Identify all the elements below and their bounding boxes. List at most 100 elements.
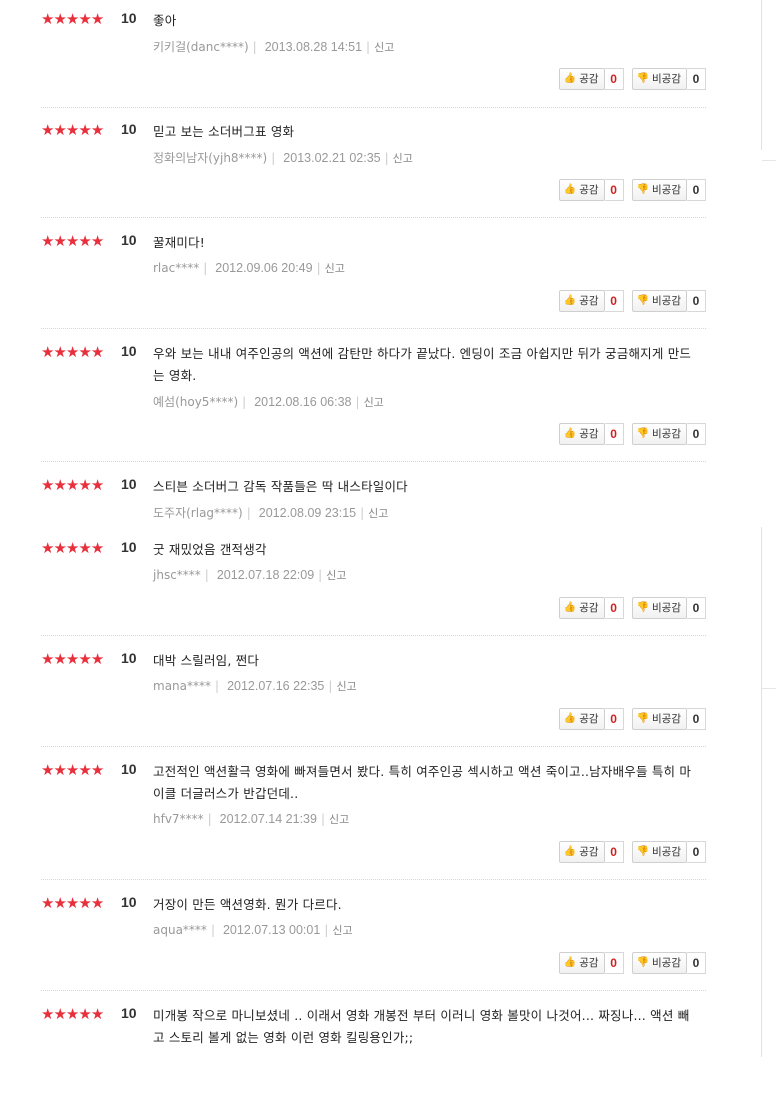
star-rating: ★★★★★ — [41, 761, 104, 779]
review-meta: jhsc**** | 2012.07.18 22:09 | 신고 — [153, 567, 346, 583]
dislike-label: 비공감 — [652, 713, 681, 725]
star-icon: ★ — [78, 343, 91, 361]
like-button[interactable]: 👍 공감 — [558, 841, 605, 863]
review-score: 10 — [121, 1005, 137, 1021]
dislike-button[interactable]: 👎 비공감 — [631, 179, 687, 201]
review-date: 2012.07.18 22:09 — [216, 568, 315, 582]
report-link[interactable]: 신고 — [332, 924, 352, 937]
divider: | — [252, 40, 257, 54]
page-edge-tick — [762, 160, 776, 161]
review-author: rlac**** — [153, 261, 200, 275]
star-icon: ★ — [41, 894, 54, 912]
report-link[interactable]: 신고 — [329, 813, 349, 826]
dislike-label: 비공감 — [652, 184, 681, 196]
review-score: 10 — [121, 761, 137, 777]
dislike-button[interactable]: 👎 비공감 — [631, 841, 687, 863]
review-author: 정화의남자(yjh8****) — [153, 151, 268, 165]
dislike-button[interactable]: 👎 비공감 — [631, 290, 687, 312]
like-label: 공감 — [579, 73, 599, 85]
like-count: 0 — [604, 708, 624, 730]
thumbs-up-icon: 👍 — [563, 295, 577, 306]
divider: | — [246, 506, 251, 520]
divider: | — [366, 40, 371, 54]
star-icon: ★ — [53, 650, 66, 668]
dislike-count: 0 — [687, 708, 706, 730]
dislike-count: 0 — [687, 952, 706, 974]
review-meta: 도주자(rlag****) | 2012.08.09 23:15 | 신고 — [153, 504, 388, 521]
report-link[interactable]: 신고 — [326, 569, 346, 582]
dislike-label: 비공감 — [652, 428, 681, 440]
dislike-count: 0 — [687, 290, 706, 312]
like-label: 공감 — [579, 295, 599, 307]
thumbs-down-icon: 👎 — [636, 713, 650, 724]
review-item: ★★★★★ 10 대박 스릴러임, 쩐다 mana**** | 2012.07.16… — [41, 650, 706, 747]
star-icon: ★ — [53, 10, 66, 28]
like-count: 0 — [604, 423, 624, 445]
review-item: ★★★★★ 10 우와 보는 내내 여주인공의 액션에 감탄만 하다가 끝났다.… — [41, 343, 706, 462]
dislike-button[interactable]: 👎 비공감 — [631, 423, 687, 445]
like-count: 0 — [604, 179, 624, 201]
review-text: 대박 스릴러임, 쩐다 — [153, 653, 260, 668]
vote-actions: 👍 공감 0 👎 비공감 0 — [558, 952, 706, 974]
report-link[interactable]: 신고 — [374, 41, 394, 54]
divider: | — [328, 679, 333, 693]
star-rating: ★★★★★ — [41, 121, 104, 139]
like-button[interactable]: 👍 공감 — [558, 597, 605, 619]
review-date: 2012.07.16 22:35 — [227, 679, 325, 693]
report-link[interactable]: 신고 — [393, 152, 413, 165]
thumbs-down-icon: 👎 — [636, 184, 650, 195]
star-icon: ★ — [41, 650, 54, 668]
star-icon: ★ — [65, 650, 79, 668]
thumbs-down-icon: 👎 — [636, 295, 650, 306]
like-button[interactable]: 👍 공감 — [558, 952, 605, 974]
like-button[interactable]: 👍 공감 — [558, 68, 605, 90]
review-meta: hfv7**** | 2012.07.14 21:39 | 신고 — [153, 811, 349, 827]
like-label: 공감 — [579, 846, 599, 858]
like-label: 공감 — [579, 602, 599, 614]
star-icon: ★ — [41, 761, 54, 779]
star-icon: ★ — [53, 121, 66, 139]
review-text: 스티븐 소더버그 감독 작품들은 딱 내스타일이다 — [153, 479, 408, 494]
vote-actions: 👍 공감 0 👎 비공감 0 — [558, 708, 706, 730]
page-edge-line — [761, 0, 762, 150]
dislike-button[interactable]: 👎 비공감 — [631, 597, 687, 619]
star-icon: ★ — [65, 539, 79, 557]
dislike-label: 비공감 — [652, 957, 681, 969]
star-icon: ★ — [41, 476, 54, 494]
dislike-button[interactable]: 👎 비공감 — [631, 952, 687, 974]
like-button[interactable]: 👍 공감 — [558, 290, 605, 312]
thumbs-up-icon: 👍 — [563, 713, 577, 724]
star-icon: ★ — [53, 476, 66, 494]
star-icon: ★ — [53, 1005, 66, 1023]
dislike-count: 0 — [687, 841, 706, 863]
thumbs-up-icon: 👍 — [563, 184, 577, 195]
star-icon: ★ — [41, 1005, 54, 1023]
dislike-button[interactable]: 👎 비공감 — [631, 708, 687, 730]
review-text: 믿고 보는 소더버그표 영화 — [153, 124, 295, 139]
star-icon: ★ — [78, 121, 91, 139]
like-count: 0 — [604, 290, 624, 312]
star-icon: ★ — [53, 232, 66, 250]
like-button[interactable]: 👍 공감 — [558, 423, 605, 445]
review-text: 우와 보는 내내 여주인공의 액션에 감탄만 하다가 끝났다. 엔딩이 조금 아… — [153, 346, 692, 383]
thumbs-down-icon: 👎 — [636, 846, 650, 857]
thumbs-down-icon: 👎 — [636, 602, 650, 613]
dislike-count: 0 — [687, 68, 706, 90]
report-link[interactable]: 신고 — [336, 680, 356, 693]
star-icon: ★ — [41, 121, 54, 139]
divider: | — [210, 923, 215, 937]
review-author: aqua**** — [153, 923, 207, 937]
like-button[interactable]: 👍 공감 — [558, 708, 605, 730]
thumbs-down-icon: 👎 — [636, 957, 650, 968]
report-link[interactable]: 신고 — [325, 262, 345, 275]
star-icon: ★ — [65, 343, 79, 361]
dislike-button[interactable]: 👎 비공감 — [631, 68, 687, 90]
report-link[interactable]: 신고 — [368, 507, 388, 520]
star-icon: ★ — [53, 539, 66, 557]
like-button[interactable]: 👍 공감 — [558, 179, 605, 201]
review-item: ★★★★★ 10 스티븐 소더버그 감독 작품들은 딱 내스타일이다 도주자(r… — [41, 476, 706, 527]
star-icon: ★ — [90, 894, 104, 912]
star-rating: ★★★★★ — [41, 894, 104, 912]
report-link[interactable]: 신고 — [364, 396, 384, 409]
thumbs-up-icon: 👍 — [563, 957, 577, 968]
